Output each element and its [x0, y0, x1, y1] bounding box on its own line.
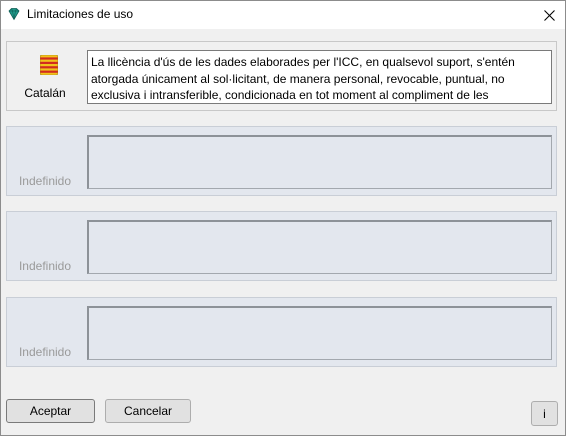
- accept-button[interactable]: Aceptar: [6, 399, 95, 423]
- close-button[interactable]: [533, 1, 565, 29]
- close-icon: [543, 9, 555, 21]
- language-label: Catalán: [24, 86, 66, 100]
- language-label: Indefinido: [18, 345, 72, 359]
- language-group-3: Indefinido: [6, 211, 557, 281]
- cancel-button[interactable]: Cancelar: [105, 399, 191, 423]
- dialog-content: Catalán La llicència d'ús de les dades e…: [1, 29, 565, 435]
- usage-limitations-textbox: [87, 220, 552, 274]
- language-group-4: Indefinido: [6, 297, 557, 367]
- dialog-window: Limitaciones de uso Catalán La llicència…: [0, 0, 566, 436]
- catalan-flag-icon: [39, 54, 59, 76]
- language-label: Indefinido: [18, 174, 72, 188]
- language-group-1: Catalán La llicència d'ús de les dades e…: [6, 41, 557, 111]
- language-group-2: Indefinido: [6, 126, 557, 196]
- usage-limitations-textbox: [87, 306, 552, 360]
- language-label: Indefinido: [18, 259, 72, 273]
- title-bar: Limitaciones de uso: [1, 1, 565, 29]
- accept-button-label: Aceptar: [29, 404, 72, 418]
- window-title: Limitaciones de uso: [27, 7, 134, 21]
- info-button-label: i: [543, 406, 546, 421]
- info-button[interactable]: i: [531, 401, 558, 426]
- cancel-button-label: Cancelar: [123, 404, 173, 418]
- usage-limitations-textbox[interactable]: La llicència d'ús de les dades elaborade…: [87, 50, 552, 104]
- gem-icon: [7, 7, 21, 21]
- usage-limitations-textbox: [87, 135, 552, 189]
